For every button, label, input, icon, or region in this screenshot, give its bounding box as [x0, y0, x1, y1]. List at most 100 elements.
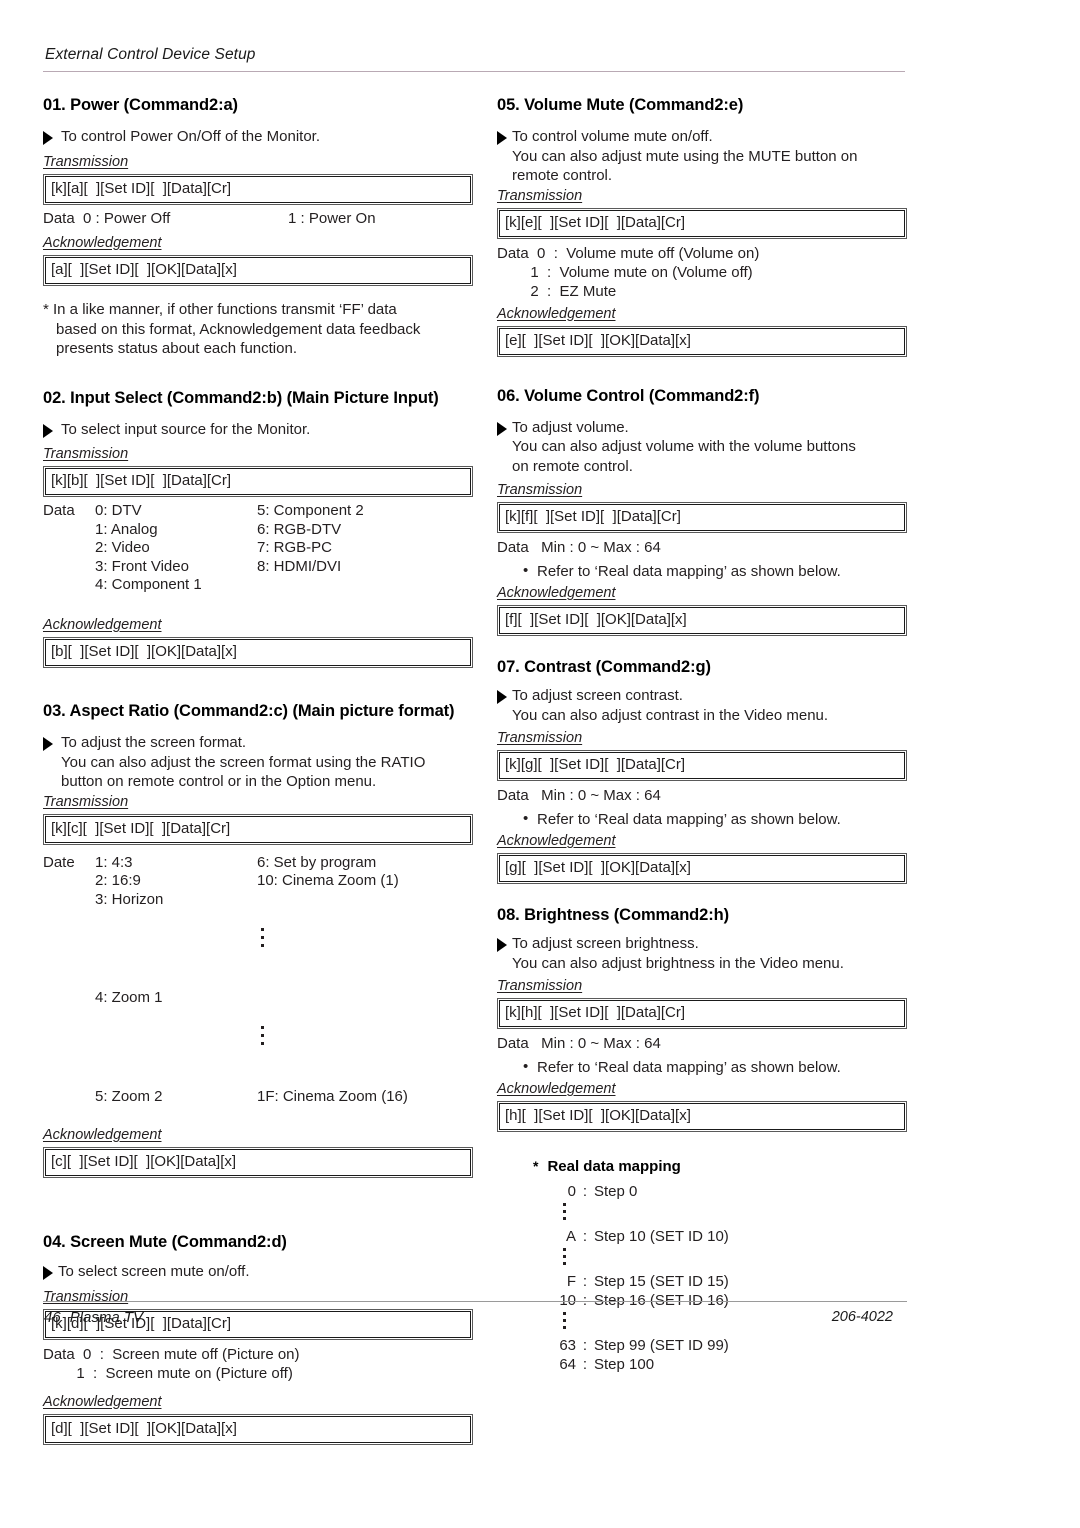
real-data-mapping-title-text: Real data mapping	[547, 1158, 681, 1175]
section-03-ack-label: Acknowledgement	[43, 1127, 162, 1144]
section-04-ack-code: [d][ ][Set ID][ ][OK][Data][x]	[45, 1415, 471, 1443]
vertical-ellipsis-icon	[261, 927, 264, 947]
mapping-separator: :	[582, 1356, 588, 1373]
running-head: External Control Device Setup	[45, 46, 256, 63]
desc-line-2: You can also adjust brightness in the Vi…	[512, 954, 844, 972]
cell: 1: Analog	[95, 520, 158, 538]
mapping-key: 64	[559, 1356, 576, 1373]
section-08-ack-label: Acknowledgement	[497, 1081, 616, 1097]
cell: 10: Cinema Zoom (1)	[257, 872, 399, 890]
table-row: 4: Zoom 1	[43, 989, 473, 1087]
triangle-bullet-icon	[43, 131, 53, 145]
cell: 4: Zoom 1	[95, 989, 163, 1007]
footnote-line-2: based on this format, Acknowledgement da…	[56, 320, 421, 338]
table-row: 3: Front Video 8: HDMI/DVI	[43, 558, 473, 577]
cell: 1: 4:3	[95, 853, 133, 871]
list-item: 0 : Step 0	[550, 1182, 907, 1201]
table-row: 3: Horizon	[43, 891, 473, 989]
section-03-transmission-label: Transmission	[43, 793, 129, 810]
cell: 3: Front Video	[95, 557, 189, 575]
vertical-ellipsis-icon	[261, 1026, 264, 1046]
section-05-transmission-code: [k][e][ ][Set ID][ ][Data][Cr]	[499, 209, 905, 237]
table-row: 1: Analog 6: RGB-DTV	[43, 521, 473, 540]
cell	[257, 576, 473, 595]
real-data-mapping-block: * Real data mapping 0 : Step 0 A : Step …	[533, 1158, 907, 1374]
section-08-transmission-code: [k][h][ ][Set ID][ ][Data][Cr]	[499, 1000, 905, 1027]
section-03-data-table: Date 1: 4:3 6: Set by program 2: 16:9 10…	[43, 854, 473, 1107]
section-01-ack-code: [a][ ][Set ID][ ][OK][Data][x]	[45, 257, 471, 285]
section-01-transmission-code: [k][a][ ][Set ID][ ][Data][Cr]	[45, 175, 471, 203]
section-05-desc-text: To control volume mute on/off. You can a…	[512, 127, 858, 186]
desc-line-1: To adjust screen contrast.	[512, 687, 683, 704]
section-02-transmission-label: Transmission	[43, 446, 129, 463]
cell	[257, 989, 473, 1087]
section-02-input-select: 02. Input Select (Command2:b) (Main Pict…	[43, 388, 473, 669]
section-05-data-line-1: Data 0 : Volume mute off (Volume on)	[497, 244, 760, 262]
footnote-line-3: presents status about each function.	[56, 340, 297, 358]
desc-line-1: To control volume mute on/off.	[512, 128, 713, 145]
section-02-ack-code: [b][ ][Set ID][ ][OK][Data][x]	[45, 639, 471, 667]
section-05-transmission-label: Transmission	[497, 187, 583, 204]
mapping-key: 63	[559, 1337, 576, 1354]
desc-line-2: You can also adjust mute using the MUTE …	[512, 147, 858, 165]
table-row: Data 0: DTV 5: Component 2	[43, 502, 473, 521]
cell: 3: Horizon	[95, 890, 164, 908]
asterisk-icon: *	[533, 1158, 539, 1174]
table-row: Data 0 : Power Off 1 : Power On	[43, 210, 473, 229]
section-05-transmission-box: [k][e][ ][Set ID][ ][Data][Cr]	[497, 207, 907, 239]
section-07-ack-label: Acknowledgement	[497, 833, 616, 849]
mapping-separator: :	[582, 1228, 588, 1245]
section-05-title: 05. Volume Mute (Command2:e)	[497, 96, 744, 114]
section-08-brightness: 08. Brightness (Command2:h) To adjust sc…	[497, 906, 907, 1132]
section-07-ack-box: [g][ ][Set ID][ ][OK][Data][x]	[497, 853, 907, 884]
section-03-ack-code: [c][ ][Set ID][ ][OK][Data][x]	[45, 1149, 471, 1177]
desc-line-3: button on remote control or in the Optio…	[61, 773, 377, 791]
section-06-data-line-1: Data Min : 0 ~ Max : 64	[497, 539, 661, 556]
triangle-bullet-icon	[43, 737, 53, 752]
desc-line-3: remote control.	[512, 167, 613, 184]
document-page: External Control Device Setup 01. Power …	[0, 0, 1080, 1528]
mapping-value: Step 10 (SET ID 10)	[594, 1228, 729, 1245]
section-04-ack-box: [d][ ][Set ID][ ][OK][Data][x]	[43, 1413, 473, 1445]
section-02-ack-box: [b][ ][Set ID][ ][OK][Data][x]	[43, 637, 473, 669]
section-01-transmission-label: Transmission	[43, 153, 129, 170]
section-04-data-line-1: Data 0 : Screen mute off (Picture on)	[43, 1345, 300, 1363]
vertical-ellipsis-icon	[563, 1246, 907, 1272]
section-06-transmission-box: [k][f][ ][Set ID][ ][Data][Cr]	[497, 502, 907, 533]
section-06-ack-box: [f][ ][Set ID][ ][OK][Data][x]	[497, 605, 907, 636]
footnote-line-1: * In a like manner, if other functions t…	[43, 301, 397, 319]
section-02-transmission-box: [k][b][ ][Set ID][ ][Data][Cr]	[43, 466, 473, 498]
section-02-ack-label: Acknowledgement	[43, 617, 162, 634]
section-03-ack-box: [c][ ][Set ID][ ][OK][Data][x]	[43, 1147, 473, 1179]
desc-line-1: To adjust the screen format.	[61, 734, 247, 752]
mapping-separator: :	[582, 1183, 588, 1200]
cell: 6: Set by program	[257, 853, 377, 871]
section-08-transmission-label: Transmission	[497, 978, 583, 994]
cell: 5: Component 2	[257, 502, 364, 520]
list-item: 63 : Step 99 (SET ID 99)	[550, 1336, 907, 1355]
section-05-data-line-3: 2 : EZ Mute	[497, 282, 617, 300]
section-04-desc-text: To select screen mute on/off.	[58, 1263, 250, 1281]
cell: 4: Component 1	[95, 576, 202, 594]
cell	[43, 989, 95, 1087]
section-02-title: 02. Input Select (Command2:b) (Main Pict…	[43, 388, 439, 407]
cell	[43, 539, 95, 558]
section-03-description: To adjust the screen format. You can als…	[43, 733, 473, 792]
cell: 5: Zoom 2	[95, 1087, 163, 1105]
table-row: 5: Zoom 2 1F: Cinema Zoom (16)	[43, 1088, 473, 1107]
cell: 8: HDMI/DVI	[257, 557, 342, 575]
table-row: 2: 16:9 10: Cinema Zoom (1)	[43, 872, 473, 891]
section-05-ack-code: [e][ ][Set ID][ ][OK][Data][x]	[499, 327, 905, 355]
table-row: Date 1: 4:3 6: Set by program	[43, 854, 473, 873]
section-03-aspect-ratio: 03. Aspect Ratio (Command2:c) (Main pict…	[43, 702, 473, 1179]
list-item: 64 : Step 100	[550, 1355, 907, 1374]
section-02-desc-text: To select input source for the Monitor.	[61, 420, 311, 438]
list-item: F : Step 15 (SET ID 15)	[550, 1272, 907, 1291]
desc-line-1: To adjust volume.	[512, 418, 629, 436]
section-08-description: To adjust screen brightness. You can als…	[497, 934, 907, 973]
section-02-data-table: Data 0: DTV 5: Component 2 1: Analog 6: …	[43, 502, 473, 595]
table-row: 4: Component 1	[43, 576, 473, 595]
section-05-ack-box: [e][ ][Set ID][ ][OK][Data][x]	[497, 325, 907, 357]
cell: 7: RGB-PC	[257, 539, 333, 557]
desc-line-3: on remote control.	[512, 457, 633, 475]
